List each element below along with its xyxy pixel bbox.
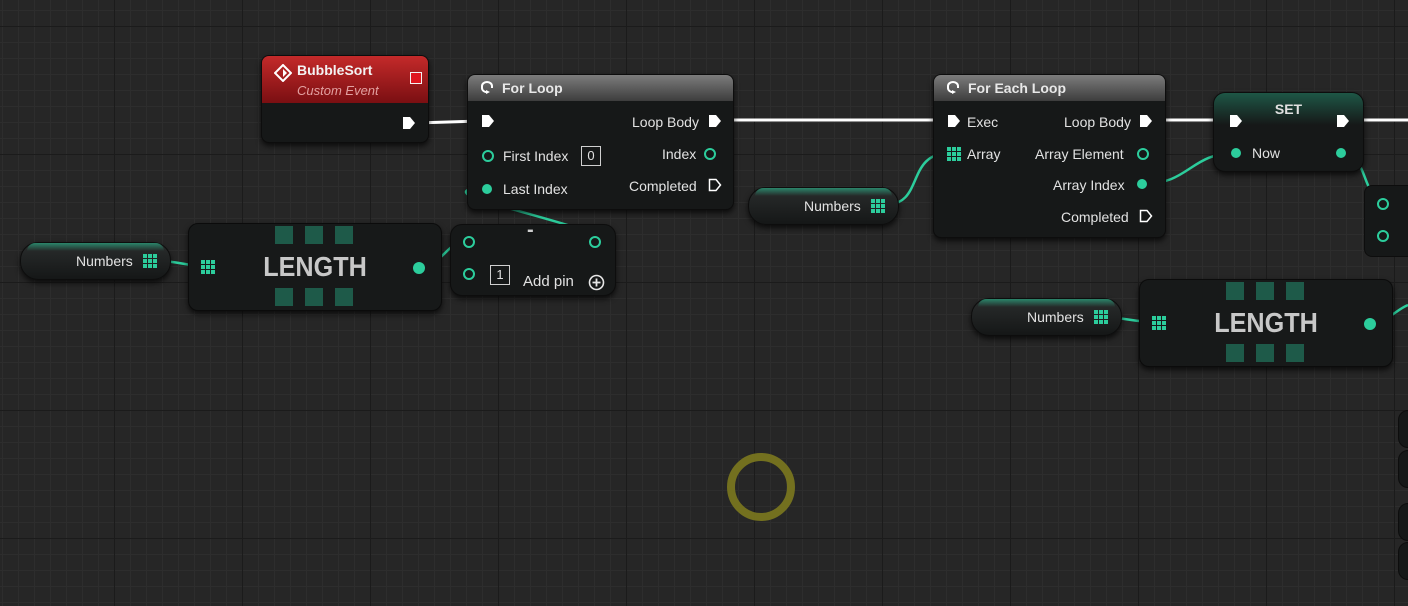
variable-glow xyxy=(27,243,164,251)
length-output-pin[interactable] xyxy=(413,262,425,274)
event-diamond-icon xyxy=(274,64,292,82)
array-grid-icon[interactable] xyxy=(143,254,157,268)
array-element-label: Array Element xyxy=(1035,146,1124,162)
for-each-title: For Each Loop xyxy=(968,80,1066,96)
length-output-pin[interactable] xyxy=(1364,318,1376,330)
numbers-variable-node[interactable]: Numbers xyxy=(971,298,1122,336)
first-index-value-box[interactable]: 0 xyxy=(581,146,601,166)
array-grid-icon[interactable] xyxy=(1094,310,1108,324)
last-index-label: Last Index xyxy=(503,181,568,197)
subtract-output-pin[interactable] xyxy=(589,236,601,248)
offscreen-input-pin-2[interactable] xyxy=(1377,230,1389,242)
first-index-pin[interactable] xyxy=(482,150,494,162)
for-each-completed-label: Completed xyxy=(1061,209,1129,225)
for-loop-title: For Loop xyxy=(502,80,563,96)
subtract-input-b-pin[interactable] xyxy=(463,268,475,280)
for-loop-index-pin[interactable] xyxy=(704,148,716,160)
array-grid-icon[interactable] xyxy=(947,147,961,161)
delegate-pin-icon[interactable] xyxy=(410,72,422,84)
length-node[interactable]: LENGTH xyxy=(188,223,442,311)
for-loop-index-label: Index xyxy=(662,146,697,162)
length-decoration xyxy=(335,288,353,306)
for-loop-completed-pin[interactable] xyxy=(708,178,722,192)
length-decoration xyxy=(1286,282,1304,300)
loop-icon xyxy=(947,81,959,94)
for-each-exec-in-pin[interactable] xyxy=(947,114,961,128)
length-decoration xyxy=(275,226,293,244)
length-node[interactable]: LENGTH xyxy=(1139,279,1393,367)
set-node[interactable]: SET Now xyxy=(1213,92,1364,172)
custom-event-node[interactable]: BubbleSort Custom Event xyxy=(261,55,429,143)
array-index-label: Array Index xyxy=(1053,177,1125,193)
offscreen-node-2[interactable] xyxy=(1398,410,1408,448)
loop-icon xyxy=(481,81,493,94)
offscreen-input-pin-1[interactable] xyxy=(1377,198,1389,210)
length-title: LENGTH xyxy=(263,251,367,282)
array-index-pin[interactable] xyxy=(1137,179,1147,189)
event-title: BubbleSort xyxy=(297,62,373,78)
subtract-operator: - xyxy=(527,219,534,241)
array-element-pin[interactable] xyxy=(1137,148,1149,160)
length-decoration xyxy=(1226,344,1244,362)
array-grid-icon[interactable] xyxy=(1152,316,1166,330)
offscreen-node-5[interactable] xyxy=(1398,542,1408,580)
subtract-node[interactable]: - 1 Add pin xyxy=(450,219,616,296)
subtract-value-box[interactable]: 1 xyxy=(490,265,510,285)
set-now-label: Now xyxy=(1252,145,1281,161)
numbers-label: Numbers xyxy=(804,198,861,214)
set-exec-out-pin[interactable] xyxy=(1336,114,1350,128)
offscreen-node-3[interactable] xyxy=(1398,450,1408,488)
numbers-label: Numbers xyxy=(76,253,133,269)
variable-glow xyxy=(978,299,1115,307)
last-index-pin[interactable] xyxy=(482,184,492,194)
length-decoration xyxy=(275,288,293,306)
for-loop-node[interactable]: For Loop First Index 0 Last Index Loop B… xyxy=(467,74,734,210)
set-now-out-pin[interactable] xyxy=(1336,148,1346,158)
length-decoration xyxy=(305,288,323,306)
for-each-body-label: Loop Body xyxy=(1064,114,1131,130)
length-decoration xyxy=(1256,344,1274,362)
set-now-in-pin[interactable] xyxy=(1231,148,1241,158)
length-decoration xyxy=(1256,282,1274,300)
length-decoration xyxy=(1286,344,1304,362)
for-each-loop-node[interactable]: For Each Loop Exec Array Loop Body Array… xyxy=(933,74,1166,238)
length-decoration xyxy=(305,226,323,244)
numbers-variable-node[interactable]: Numbers xyxy=(748,187,899,225)
variable-glow xyxy=(755,188,892,196)
for-loop-body-label: Loop Body xyxy=(632,114,699,130)
for-each-body-pin[interactable] xyxy=(1139,114,1153,128)
length-decoration xyxy=(1226,282,1244,300)
for-loop-body-pin[interactable] xyxy=(708,114,722,128)
numbers-variable-node[interactable]: Numbers xyxy=(20,242,171,280)
event-subtitle: Custom Event xyxy=(297,83,379,98)
set-exec-in-pin[interactable] xyxy=(1229,114,1243,128)
offscreen-node-4[interactable] xyxy=(1398,503,1408,541)
event-exec-out-pin[interactable] xyxy=(402,116,416,130)
for-each-array-label: Array xyxy=(967,146,1001,162)
length-decoration xyxy=(335,226,353,244)
cursor-highlight-ring xyxy=(727,453,795,521)
for-loop-exec-in-pin[interactable] xyxy=(481,114,495,128)
for-loop-completed-label: Completed xyxy=(629,178,697,194)
length-title: LENGTH xyxy=(1214,307,1318,338)
for-each-completed-pin[interactable] xyxy=(1139,209,1153,223)
numbers-label: Numbers xyxy=(1027,309,1084,325)
offscreen-node[interactable] xyxy=(1364,185,1408,257)
array-grid-icon[interactable] xyxy=(201,260,215,274)
for-each-exec-label: Exec xyxy=(967,114,999,130)
subtract-input-a-pin[interactable] xyxy=(463,236,475,248)
array-grid-icon[interactable] xyxy=(871,199,885,213)
add-pin-label[interactable]: Add pin xyxy=(523,273,574,290)
first-index-label: First Index xyxy=(503,148,569,164)
plus-circle-icon[interactable] xyxy=(588,274,605,291)
